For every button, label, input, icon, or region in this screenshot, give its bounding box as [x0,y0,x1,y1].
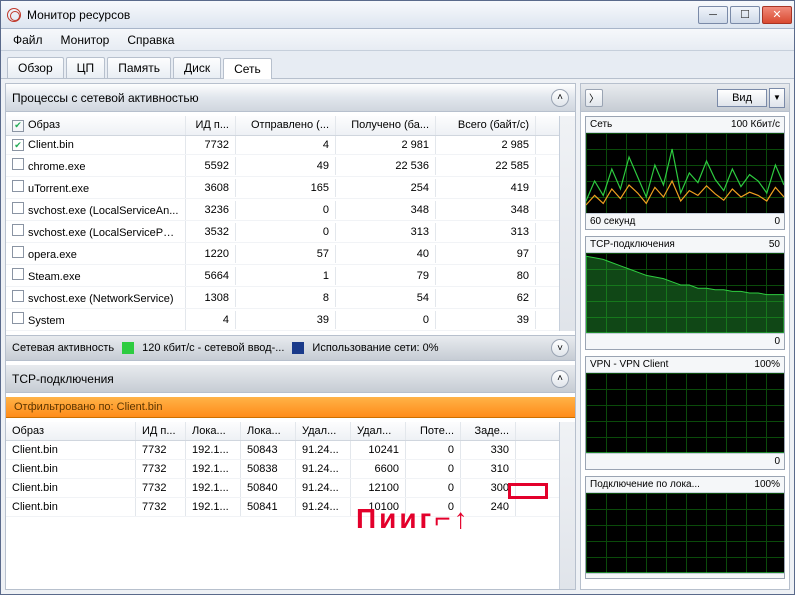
processes-title: Процессы с сетевой активностью [12,91,199,105]
chart-title: TCP-подключения [590,239,675,250]
table-row[interactable]: ✔Client.bin773242 9812 985 [6,136,559,156]
minimize-button[interactable]: ─ [698,6,728,24]
tcp-col-raddr[interactable]: Удал... [296,422,351,440]
checkbox-all[interactable]: ✔ [12,120,24,132]
network-activity-header[interactable]: Сетевая активность 120 кбит/с - сетевой … [6,335,575,361]
chart-body [586,373,784,453]
row-checkbox[interactable] [12,158,24,170]
menu-help[interactable]: Справка [119,31,182,49]
view-button[interactable]: Вид [717,89,767,107]
tcp-col-image[interactable]: Образ [6,422,136,440]
tcp-col-laddr[interactable]: Лока... [186,422,241,440]
chart-max: 50 [769,239,780,250]
legend2: Использование сети: 0% [312,342,438,354]
close-button[interactable]: ✕ [762,6,792,24]
tabstrip: Обзор ЦП Память Диск Сеть [1,51,794,79]
chart-body [586,493,784,573]
scrollbar[interactable] [559,116,575,331]
tab-overview[interactable]: Обзор [7,57,64,78]
titlebar[interactable]: Монитор ресурсов ─ ☐ ✕ [1,1,794,29]
chart-max: 100% [754,479,780,490]
right-header: 〉 Вид ▼ [581,84,789,112]
window-title: Монитор ресурсов [27,8,130,22]
collapse-processes-icon[interactable]: ˄ [551,89,569,107]
row-checkbox[interactable] [12,246,24,258]
table-row[interactable]: Client.bin7732192.1...5084391.24...10241… [6,441,559,460]
legend-swatch-green [122,342,134,354]
scrollbar[interactable] [559,422,575,589]
row-checkbox[interactable] [12,268,24,280]
col-total[interactable]: Всего (байт/с) [436,116,536,135]
collapse-activity-icon[interactable]: ˅ [551,339,569,357]
tcp-col-lport[interactable]: Лока... [241,422,296,440]
col-image[interactable]: ✔Образ [6,116,186,135]
legend1: 120 кбит/с - сетевой ввод-... [142,342,284,354]
processes-table: ✔Образ ИД п... Отправлено (... Получено … [6,116,559,331]
tcp-header[interactable]: TCP-подключения ˄ [6,365,575,393]
col-pid[interactable]: ИД п... [186,116,236,135]
chart-body [586,133,784,213]
table-row[interactable]: Client.bin7732192.1...5083891.24...66000… [6,460,559,479]
chart-title: Сеть [590,119,612,130]
chart-foot-right: 0 [774,456,780,467]
menu-monitor[interactable]: Монитор [53,31,118,49]
row-checkbox[interactable]: ✔ [12,139,24,151]
collapse-tcp-icon[interactable]: ˄ [551,370,569,388]
tab-memory[interactable]: Память [107,57,171,78]
chart-title: VPN - VPN Client [590,359,668,370]
menubar: Файл Монитор Справка [1,29,794,51]
tab-network[interactable]: Сеть [223,58,272,79]
legend-swatch-blue [292,342,304,354]
table-row[interactable]: chrome.exe55924922 53622 585 [6,155,559,177]
chart-foot-right: 0 [774,336,780,347]
table-row[interactable]: svchost.exe (NetworkService)130885462 [6,287,559,309]
processes-header[interactable]: Процессы с сетевой активностью ˄ [6,84,575,112]
chart: VPN - VPN Client 100% 0 [585,356,785,470]
chart-title: Подключение по лока... [590,479,700,490]
tcp-col-latency[interactable]: Заде... [461,422,516,440]
chart-foot-right: 0 [774,216,780,227]
filter-bar[interactable]: Отфильтровано по: Client.bin [6,397,575,418]
filter-text: Отфильтровано по: Client.bin [14,401,162,413]
col-sent[interactable]: Отправлено (... [236,116,336,135]
collapse-right-icon[interactable]: 〉 [585,89,603,107]
app-window: Монитор ресурсов ─ ☐ ✕ Файл Монитор Спра… [0,0,795,595]
chart: Подключение по лока... 100% [585,476,785,579]
row-checkbox[interactable] [12,224,24,236]
table-row[interactable]: System439039 [6,309,559,331]
chart-body [586,253,784,333]
tab-cpu[interactable]: ЦП [66,57,106,78]
maximize-button[interactable]: ☐ [730,6,760,24]
row-checkbox[interactable] [12,290,24,302]
menu-file[interactable]: Файл [5,31,51,49]
tcp-title: TCP-подключения [12,372,114,386]
chart-max: 100 Кбит/с [731,119,780,130]
tcp-col-loss[interactable]: Поте... [406,422,461,440]
chart: Сеть 100 Кбит/с 60 секунд 0 [585,116,785,230]
charts-container: Сеть 100 Кбит/с 60 секунд 0 TCP-подключения 5… [581,112,789,589]
tab-disk[interactable]: Диск [173,57,221,78]
right-pane: 〉 Вид ▼ Сеть100 Кбит/с60 секунд0TCP-подк… [580,83,790,590]
table-row[interactable]: uTorrent.exe3608165254419 [6,177,559,199]
tcp-col-pid[interactable]: ИД п... [136,422,186,440]
table-row[interactable]: Steam.exe566417980 [6,265,559,287]
left-pane: Процессы с сетевой активностью ˄ ✔Образ … [5,83,576,590]
row-checkbox[interactable] [12,202,24,214]
row-checkbox[interactable] [12,180,24,192]
table-row[interactable]: svchost.exe (LocalServiceAn...3236034834… [6,199,559,221]
activity-title: Сетевая активность [12,342,114,354]
chart-foot-left: 60 секунд [590,216,635,227]
col-recv[interactable]: Получено (ба... [336,116,436,135]
table-row[interactable]: svchost.exe (LocalServicePee...353203133… [6,221,559,243]
tcp-table: Образ ИД п... Лока... Лока... Удал... Уд… [6,422,559,589]
chart: TCP-подключения 50 0 [585,236,785,350]
app-icon [7,8,21,22]
table-row[interactable]: opera.exe1220574097 [6,243,559,265]
table-row[interactable]: Client.bin7732192.1...5084191.24...10100… [6,498,559,517]
row-checkbox[interactable] [12,312,24,324]
chart-max: 100% [754,359,780,370]
view-dropdown-icon[interactable]: ▼ [769,88,785,108]
table-row[interactable]: Client.bin7732192.1...5084091.24...12100… [6,479,559,498]
tcp-col-rport[interactable]: Удал... [351,422,406,440]
